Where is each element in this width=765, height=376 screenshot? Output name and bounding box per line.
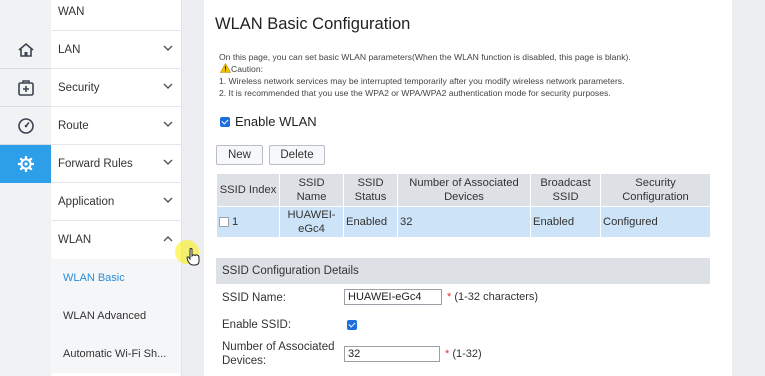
content-panel: WLAN Basic Configuration On this page, y…	[204, 0, 732, 376]
sidebar-item-security[interactable]: Security	[51, 69, 181, 107]
row-checkbox[interactable]	[219, 217, 229, 228]
home-icon	[17, 42, 34, 57]
sidebar-item-label: WLAN	[58, 234, 92, 246]
intro-text: On this page, you can set basic WLAN par…	[219, 52, 631, 62]
sidebar-item-lan[interactable]: LAN	[51, 31, 181, 69]
gear-icon	[17, 156, 34, 172]
associated-devices-label: Number of Associated Devices:	[222, 341, 335, 367]
sidebar-item-forward-rules[interactable]: Forward Rules	[51, 145, 181, 183]
chevron-down-icon	[163, 159, 173, 165]
caution-label: Caution:	[231, 64, 264, 74]
chevron-up-icon	[163, 236, 173, 242]
warning-icon	[220, 63, 231, 73]
sidebar: WAN LAN Security Route Forward Rules App…	[51, 0, 182, 376]
column-header: SSID Name	[279, 173, 344, 207]
table-header-row: SSID Index SSID Name SSID Status Number …	[216, 173, 711, 207]
advanced-nav-button[interactable]	[0, 145, 59, 183]
associated-devices-hint: * (1-32)	[445, 348, 482, 360]
sidebar-subitem-label: WLAN Advanced	[63, 310, 147, 322]
column-header: SSID Index	[216, 173, 280, 207]
plus-box-icon	[17, 79, 34, 96]
broadcast-ssid-value: Enabled	[530, 206, 601, 238]
chevron-down-icon	[163, 83, 173, 89]
sidebar-item-label: WAN	[58, 5, 85, 18]
ssid-name-hint-text: (1-32 characters)	[454, 291, 539, 303]
sidebar-item-label: LAN	[58, 43, 81, 56]
sidebar-item-route[interactable]: Route	[51, 107, 181, 145]
associated-devices-hint-text: (1-32)	[452, 348, 482, 360]
ssid-index-value: 1	[232, 216, 239, 228]
sidebar-subitem-automatic-wifi[interactable]: Automatic Wi-Fi Sh...	[51, 335, 181, 373]
sidebar-item-label: Route	[58, 119, 89, 132]
ssid-table: SSID Index SSID Name SSID Status Number …	[216, 173, 711, 238]
ssid-details-header: SSID Configuration Details	[216, 258, 710, 284]
ssid-name-hint: * (1-32 characters)	[447, 291, 538, 303]
main-area: WLAN Basic Configuration On this page, y…	[182, 0, 765, 376]
ssid-name-label: SSID Name:	[222, 292, 286, 304]
column-header: Number of Associated Devices	[397, 173, 531, 207]
sidebar-item-label: Application	[58, 195, 115, 208]
hand-cursor-icon	[186, 248, 200, 266]
security-config-value: Configured	[600, 206, 711, 238]
enable-wlan-label: Enable WLAN	[235, 114, 317, 129]
ssid-name-input[interactable]: HUAWEI-eGc4	[344, 289, 442, 305]
column-header: Broadcast SSID	[530, 173, 601, 207]
required-mark: *	[445, 348, 450, 360]
ssid-name-value: HUAWEI-eGc4	[279, 206, 344, 238]
sidebar-item-wlan[interactable]: WLAN	[51, 221, 181, 259]
sidebar-item-label: Security	[58, 81, 100, 94]
new-button[interactable]: New	[216, 145, 263, 165]
chevron-down-icon	[163, 121, 173, 127]
chevron-down-icon	[163, 45, 173, 51]
maintenance-nav-button[interactable]	[0, 69, 51, 107]
caution-line-1: 1. Wireless network services may be inte…	[219, 76, 625, 86]
ssid-status-value: Enabled	[343, 206, 398, 238]
column-header: SSID Status	[343, 173, 398, 207]
chevron-down-icon	[163, 197, 173, 203]
sidebar-subitem-wlan-advanced[interactable]: WLAN Advanced	[51, 297, 181, 335]
status-nav-button[interactable]	[0, 107, 51, 145]
sidebar-subitem-label: WLAN Basic	[63, 272, 125, 284]
table-row[interactable]: 1 HUAWEI-eGc4 Enabled 32 Enabled Configu…	[216, 206, 711, 238]
sidebar-item-label: Forward Rules	[58, 157, 133, 170]
required-mark: *	[447, 291, 452, 303]
associated-devices-input[interactable]: 32	[344, 346, 440, 362]
gauge-icon	[17, 117, 34, 134]
sidebar-item-wan[interactable]: WAN	[51, 0, 181, 31]
sidebar-subitem-wlan-basic[interactable]: WLAN Basic	[51, 259, 181, 297]
enable-ssid-checkbox[interactable]	[347, 320, 357, 330]
sidebar-item-application[interactable]: Application	[51, 183, 181, 221]
enable-wlan-checkbox[interactable]	[220, 117, 230, 127]
caution-line-2: 2. It is recommended that you use the WP…	[219, 88, 611, 98]
enable-ssid-label: Enable SSID:	[222, 319, 292, 331]
delete-button[interactable]: Delete	[269, 145, 325, 165]
column-header: Security Configuration	[600, 173, 711, 207]
table-cell: 1	[216, 206, 280, 238]
associated-devices-value: 32	[397, 206, 531, 238]
home-nav-button[interactable]	[0, 31, 51, 69]
page-title: WLAN Basic Configuration	[215, 15, 411, 33]
sidebar-subitem-label: Automatic Wi-Fi Sh...	[63, 348, 167, 360]
icon-bar	[0, 0, 59, 376]
